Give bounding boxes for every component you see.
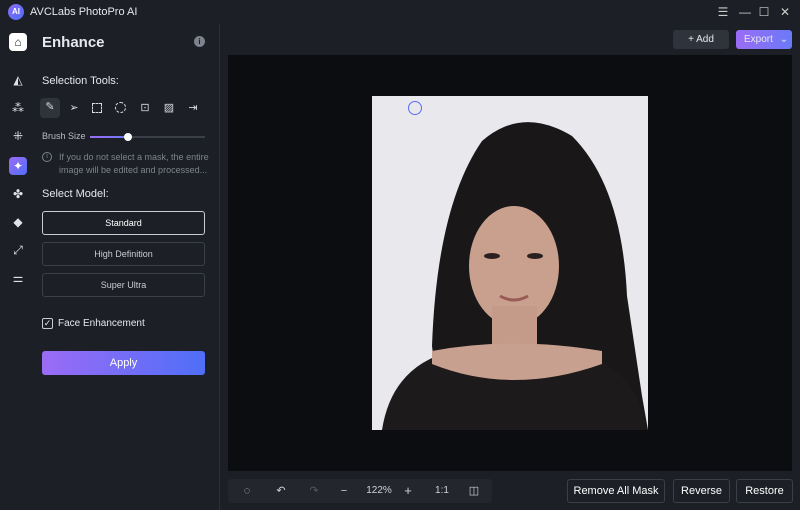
denoise-icon[interactable]: ⁜ — [9, 127, 27, 145]
rectangle-select-icon[interactable] — [88, 99, 106, 117]
mask-notice: If you do not select a mask, the entire … — [59, 152, 209, 175]
pointer-tool-icon[interactable]: ➢ — [65, 99, 83, 117]
info-circle-icon: i — [42, 152, 52, 162]
panel-title: Enhance — [42, 34, 105, 51]
add-button[interactable]: + Add — [673, 30, 729, 49]
close-icon[interactable]: ✕ — [776, 4, 794, 20]
portrait-select-icon[interactable]: ⊡ — [136, 99, 154, 117]
import-mask-icon[interactable]: ⇥ — [184, 99, 202, 117]
background-icon[interactable]: ✤ — [9, 185, 27, 203]
selection-tools-label: Selection Tools: — [42, 75, 119, 87]
title-bar: AI AVCLabs PhotoPro AI ☰ — ☐ ✕ — [0, 0, 800, 24]
paint-bucket-icon[interactable]: ◆ — [9, 213, 27, 231]
background-select-icon[interactable]: ▨ — [160, 99, 178, 117]
actual-size-button[interactable]: 1:1 — [432, 479, 452, 503]
reset-view-icon[interactable]: ◌ — [238, 479, 256, 503]
enhance-icon[interactable]: ✦ — [9, 157, 27, 175]
export-label: Export — [744, 34, 773, 45]
menu-icon[interactable]: ☰ — [714, 4, 732, 20]
face-enhancement-checkbox[interactable]: ✓ — [42, 318, 53, 329]
model-high-definition[interactable]: High Definition — [42, 242, 205, 266]
chevron-down-icon: ⌄ — [779, 34, 789, 45]
tool-rail — [0, 24, 36, 510]
adjust-icon[interactable]: ⚌ — [9, 269, 27, 287]
brush-size-slider[interactable] — [90, 133, 205, 141]
select-model-label: Select Model: — [42, 188, 109, 200]
view-toolbar: ◌ ↶ ↷ − 122% + 1:1 ◫ — [228, 479, 492, 503]
brush-size-label: Brush Size — [42, 131, 86, 141]
reverse-button[interactable]: Reverse — [673, 479, 730, 503]
undo-icon[interactable]: ↶ — [272, 479, 290, 503]
slider-handle[interactable] — [123, 133, 132, 141]
zoom-in-button[interactable]: + — [399, 479, 417, 503]
photo-image[interactable] — [372, 96, 648, 430]
brush-tool-icon[interactable]: ✎ — [40, 98, 60, 118]
restore-button[interactable]: Restore — [736, 479, 793, 503]
upscale-icon[interactable]: ⤢ — [9, 241, 27, 259]
info-icon[interactable]: i — [194, 36, 205, 47]
maximize-icon[interactable]: ☐ — [755, 4, 773, 20]
eraser-icon[interactable]: ◭ — [9, 71, 27, 89]
brush-cursor — [408, 101, 422, 115]
ellipse-select-icon[interactable] — [112, 99, 130, 117]
model-super-ultra[interactable]: Super Ultra — [42, 273, 205, 297]
home-icon[interactable]: ⌂ — [9, 33, 27, 51]
side-panel — [36, 24, 220, 510]
face-enhancement-label: Face Enhancement — [58, 318, 145, 329]
model-standard[interactable]: Standard — [42, 211, 205, 235]
remove-all-mask-button[interactable]: Remove All Mask — [567, 479, 665, 503]
zoom-level: 122% — [366, 485, 392, 496]
app-title: AVCLabs PhotoPro AI — [30, 6, 138, 18]
zoom-out-button[interactable]: − — [335, 479, 353, 503]
compare-icon[interactable]: ◫ — [465, 479, 483, 503]
minimize-icon[interactable]: — — [736, 4, 754, 20]
redo-icon[interactable]: ↷ — [305, 479, 323, 503]
apply-button[interactable]: Apply — [42, 351, 205, 375]
export-button[interactable]: Export ⌄ — [736, 30, 792, 49]
app-logo: AI — [8, 4, 24, 20]
colorize-icon[interactable]: ⁂ — [9, 99, 27, 117]
